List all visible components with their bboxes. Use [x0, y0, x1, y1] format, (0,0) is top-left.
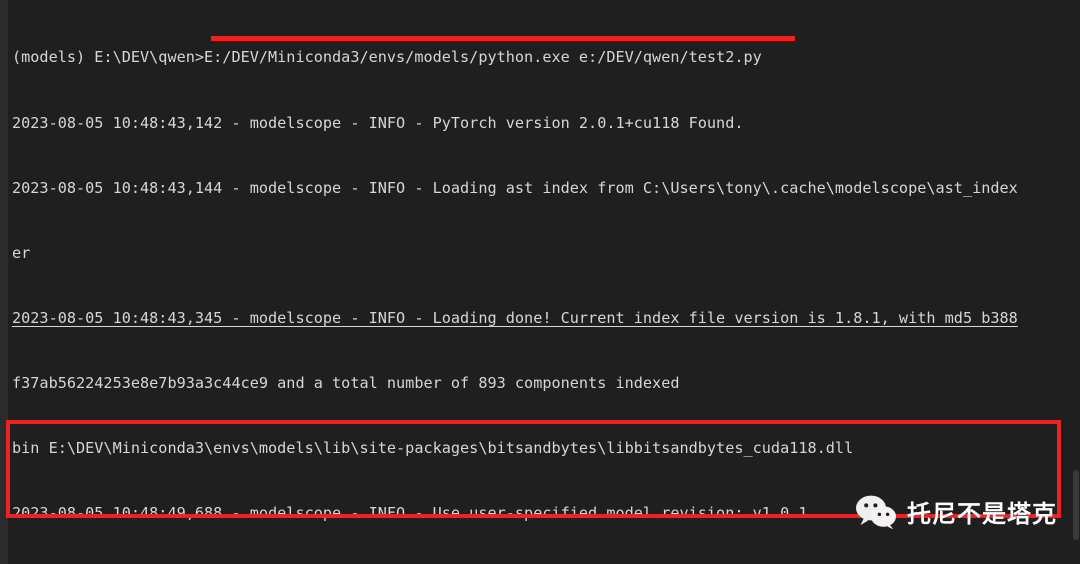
console-line: f37ab56224253e8e7b93a3c44ce9 and a total… [12, 373, 680, 392]
console-line: 2023-08-05 10:48:43,142 - modelscope - I… [12, 113, 744, 132]
watermark: 托尼不是塔克 [855, 494, 1057, 529]
scrollbar-thumb[interactable] [1073, 470, 1079, 540]
wechat-icon [855, 495, 899, 529]
terminal-left-gutter [0, 0, 8, 564]
terminal-window[interactable]: (models) E:\DEV\qwen>E:/DEV/Miniconda3/e… [0, 0, 1080, 564]
annotation-red-underline [211, 36, 795, 41]
console-line: 2023-08-05 10:48:43,144 - modelscope - I… [12, 178, 1018, 197]
scrollbar-track[interactable] [1072, 0, 1080, 564]
console-output: (models) E:\DEV\qwen>E:/DEV/Miniconda3/e… [12, 4, 1070, 564]
console-line: er [12, 243, 31, 262]
console-line: bin E:\DEV\Miniconda3\envs\models\lib\si… [12, 438, 854, 457]
console-line: (models) E:\DEV\qwen>E:/DEV/Miniconda3/e… [12, 48, 762, 67]
watermark-label: 托尼不是塔克 [907, 500, 1057, 528]
console-line-selected: 2023-08-05 10:48:43,345 - modelscope - I… [12, 308, 1018, 327]
